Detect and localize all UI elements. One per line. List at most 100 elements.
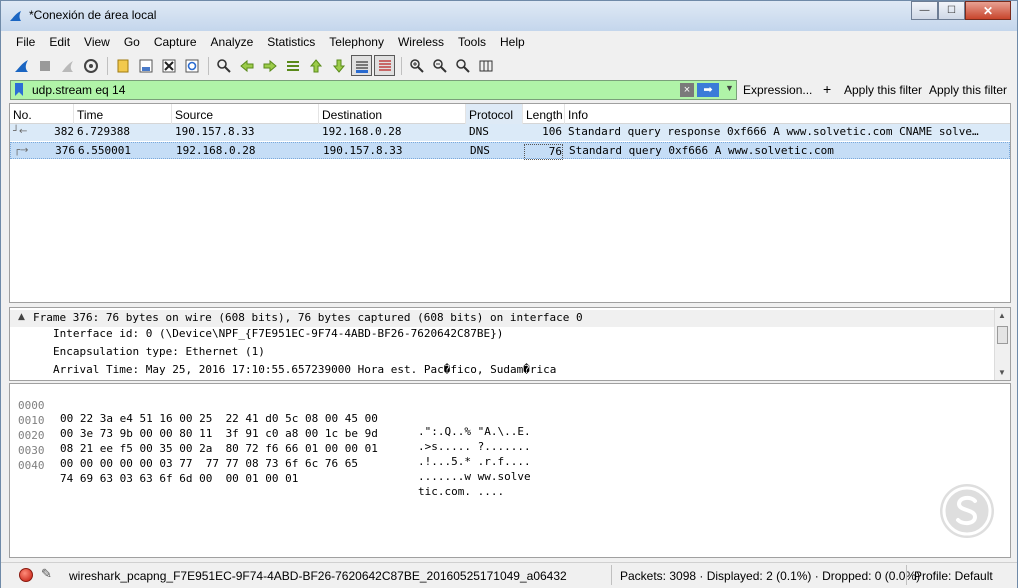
status-divider [906,565,907,585]
bytes-hex[interactable]: 74 69 63 03 63 6f 6d 00 00 01 00 01 [60,472,298,485]
zoom-in-icon[interactable] [406,55,427,76]
window-title: *Conexión de área local [29,8,157,22]
expression-button[interactable]: Expression... [743,83,812,97]
filter-history-dropdown-icon[interactable]: ▼ [725,83,734,93]
request-arrow-icon: ┌→ [14,145,29,156]
open-icon[interactable] [112,55,133,76]
cell-no: 376 [55,144,75,157]
bytes-hex[interactable]: 08 21 ee f5 00 35 00 2a 80 72 f6 66 01 0… [60,442,378,455]
bytes-hex[interactable]: 00 22 3a e4 51 16 00 25 22 41 d0 5c 08 0… [60,412,378,425]
packet-list-header: No. Time Source Destination Protocol Len… [10,104,1010,124]
restart-icon[interactable] [57,55,78,76]
resize-columns-icon[interactable] [475,55,496,76]
col-header-info[interactable]: Info [565,104,1010,124]
goto-icon[interactable] [282,55,303,76]
detail-line[interactable]: Encapsulation type: Ethernet (1) [53,345,265,362]
display-filter-input[interactable]: udp.stream eq 14 × ➡ ▼ [10,80,737,100]
menu-help[interactable]: Help [493,32,532,52]
filter-button-1[interactable]: Apply this filter [844,83,922,97]
find-icon[interactable] [213,55,234,76]
bytes-row: 0000 00 22 3a e4 51 16 00 25 22 41 d0 5c… [10,386,531,438]
wireshark-window: *Conexión de área local — ☐ ✕ File Edit … [0,0,1018,588]
menu-statistics[interactable]: Statistics [260,32,322,52]
shark-fin-icon [10,11,21,21]
bytes-hex[interactable]: 00 00 00 00 00 03 77 77 77 08 73 6f 6c 7… [60,457,358,470]
colorize-icon[interactable] [374,55,395,76]
last-icon[interactable] [328,55,349,76]
forward-icon[interactable] [259,55,280,76]
col-header-no[interactable]: No. [10,104,74,124]
save-icon[interactable] [135,55,156,76]
close-file-icon[interactable] [158,55,179,76]
apply-filter-arrow-icon[interactable]: ➡ [697,83,719,97]
menu-telephony[interactable]: Telephony [322,32,391,52]
response-arrow-icon: ┘← [13,126,28,137]
bookmark-icon[interactable] [14,83,24,97]
status-divider [611,565,612,585]
maximize-button[interactable]: ☐ [938,1,965,20]
display-filter-bar: udp.stream eq 14 × ➡ ▼ Expression... + A… [1,79,1017,101]
reload-icon[interactable] [181,55,202,76]
bytes-ascii[interactable]: .":.Q..% "A.\..E. [418,425,531,438]
bytes-ascii[interactable]: tic.com. .... [418,485,504,498]
menu-view[interactable]: View [77,32,117,52]
packet-details[interactable]: ▲ Frame 376: 76 bytes on wire (608 bits)… [9,307,1011,381]
scroll-down-icon[interactable]: ▼ [998,368,1006,377]
bytes-ascii[interactable]: .......w ww.solve [418,470,531,483]
cell-time: 6.550001 [78,144,131,157]
scroll-thumb[interactable] [997,326,1008,344]
toolbar-separator [401,56,402,75]
filter-value: udp.stream eq 14 [32,83,126,97]
solvetic-logo-icon [940,484,994,538]
menu-bar: File Edit View Go Capture Analyze Statis… [1,32,1017,52]
col-header-source[interactable]: Source [172,104,319,124]
capture-file-name: wireshark_pcapng_F7E951EC-9F74-4ABD-BF26… [69,569,567,583]
detail-frame-row[interactable]: ▲ Frame 376: 76 bytes on wire (608 bits)… [10,310,994,327]
packet-row[interactable]: ┘← 382 6.729388 190.157.8.33 192.168.0.2… [10,124,1010,141]
scroll-up-icon[interactable]: ▲ [998,311,1006,320]
options-icon[interactable] [80,55,101,76]
title-bar: *Conexión de área local — ☐ ✕ [1,1,1017,31]
bytes-ascii[interactable]: .>s..... ?....... [418,440,531,453]
detail-line[interactable]: Interface id: 0 (\Device\NPF_{F7E951EC-9… [53,327,503,344]
capture-status-icon[interactable] [19,568,33,582]
packet-list[interactable]: No. Time Source Destination Protocol Len… [9,103,1011,303]
cell-protocol: DNS [470,144,490,157]
col-header-time[interactable]: Time [74,104,172,124]
menu-analyze[interactable]: Analyze [204,32,261,52]
menu-tools[interactable]: Tools [451,32,493,52]
packet-row-selected[interactable]: ┌→ 376 6.550001 192.168.0.28 190.157.8.3… [10,142,1010,160]
collapse-icon[interactable]: ▲ [18,312,25,322]
minimize-button[interactable]: — [911,1,938,20]
menu-file[interactable]: File [9,32,42,52]
add-filter-button[interactable]: + [823,81,831,97]
details-scrollbar[interactable]: ▲ ▼ [994,308,1010,380]
col-header-destination[interactable]: Destination [319,104,466,124]
cell-length: 76 [524,144,563,160]
menu-capture[interactable]: Capture [147,32,204,52]
stop-icon[interactable] [34,55,55,76]
filter-button-2[interactable]: Apply this filter [929,83,1007,97]
cell-length: 106 [542,125,562,138]
menu-go[interactable]: Go [117,32,147,52]
col-header-length[interactable]: Length [523,104,565,124]
profile-label[interactable]: Profile: Default [914,569,993,583]
normal-size-icon[interactable] [452,55,473,76]
autoscroll-icon[interactable] [351,55,372,76]
col-header-protocol[interactable]: Protocol [466,104,523,124]
menu-edit[interactable]: Edit [42,32,77,52]
cell-destination: 192.168.0.28 [322,125,402,138]
detail-line[interactable]: Arrival Time: May 25, 2016 17:10:55.6572… [53,363,556,380]
bytes-hex[interactable]: 00 3e 73 9b 00 00 80 11 3f 91 c0 a8 00 1… [60,427,378,440]
window-controls: — ☐ ✕ [911,1,1011,21]
bytes-ascii[interactable]: .!...5.* .r.f.... [418,455,531,468]
menu-wireless[interactable]: Wireless [391,32,451,52]
edit-comment-icon[interactable]: ✎ [41,566,52,582]
first-icon[interactable] [305,55,326,76]
clear-filter-icon[interactable]: × [680,83,694,97]
packet-bytes[interactable]: 0000 00 22 3a e4 51 16 00 25 22 41 d0 5c… [9,383,1011,558]
close-button[interactable]: ✕ [965,1,1011,20]
zoom-out-icon[interactable] [429,55,450,76]
back-icon[interactable] [236,55,257,76]
shark-fin-icon[interactable] [11,55,32,76]
